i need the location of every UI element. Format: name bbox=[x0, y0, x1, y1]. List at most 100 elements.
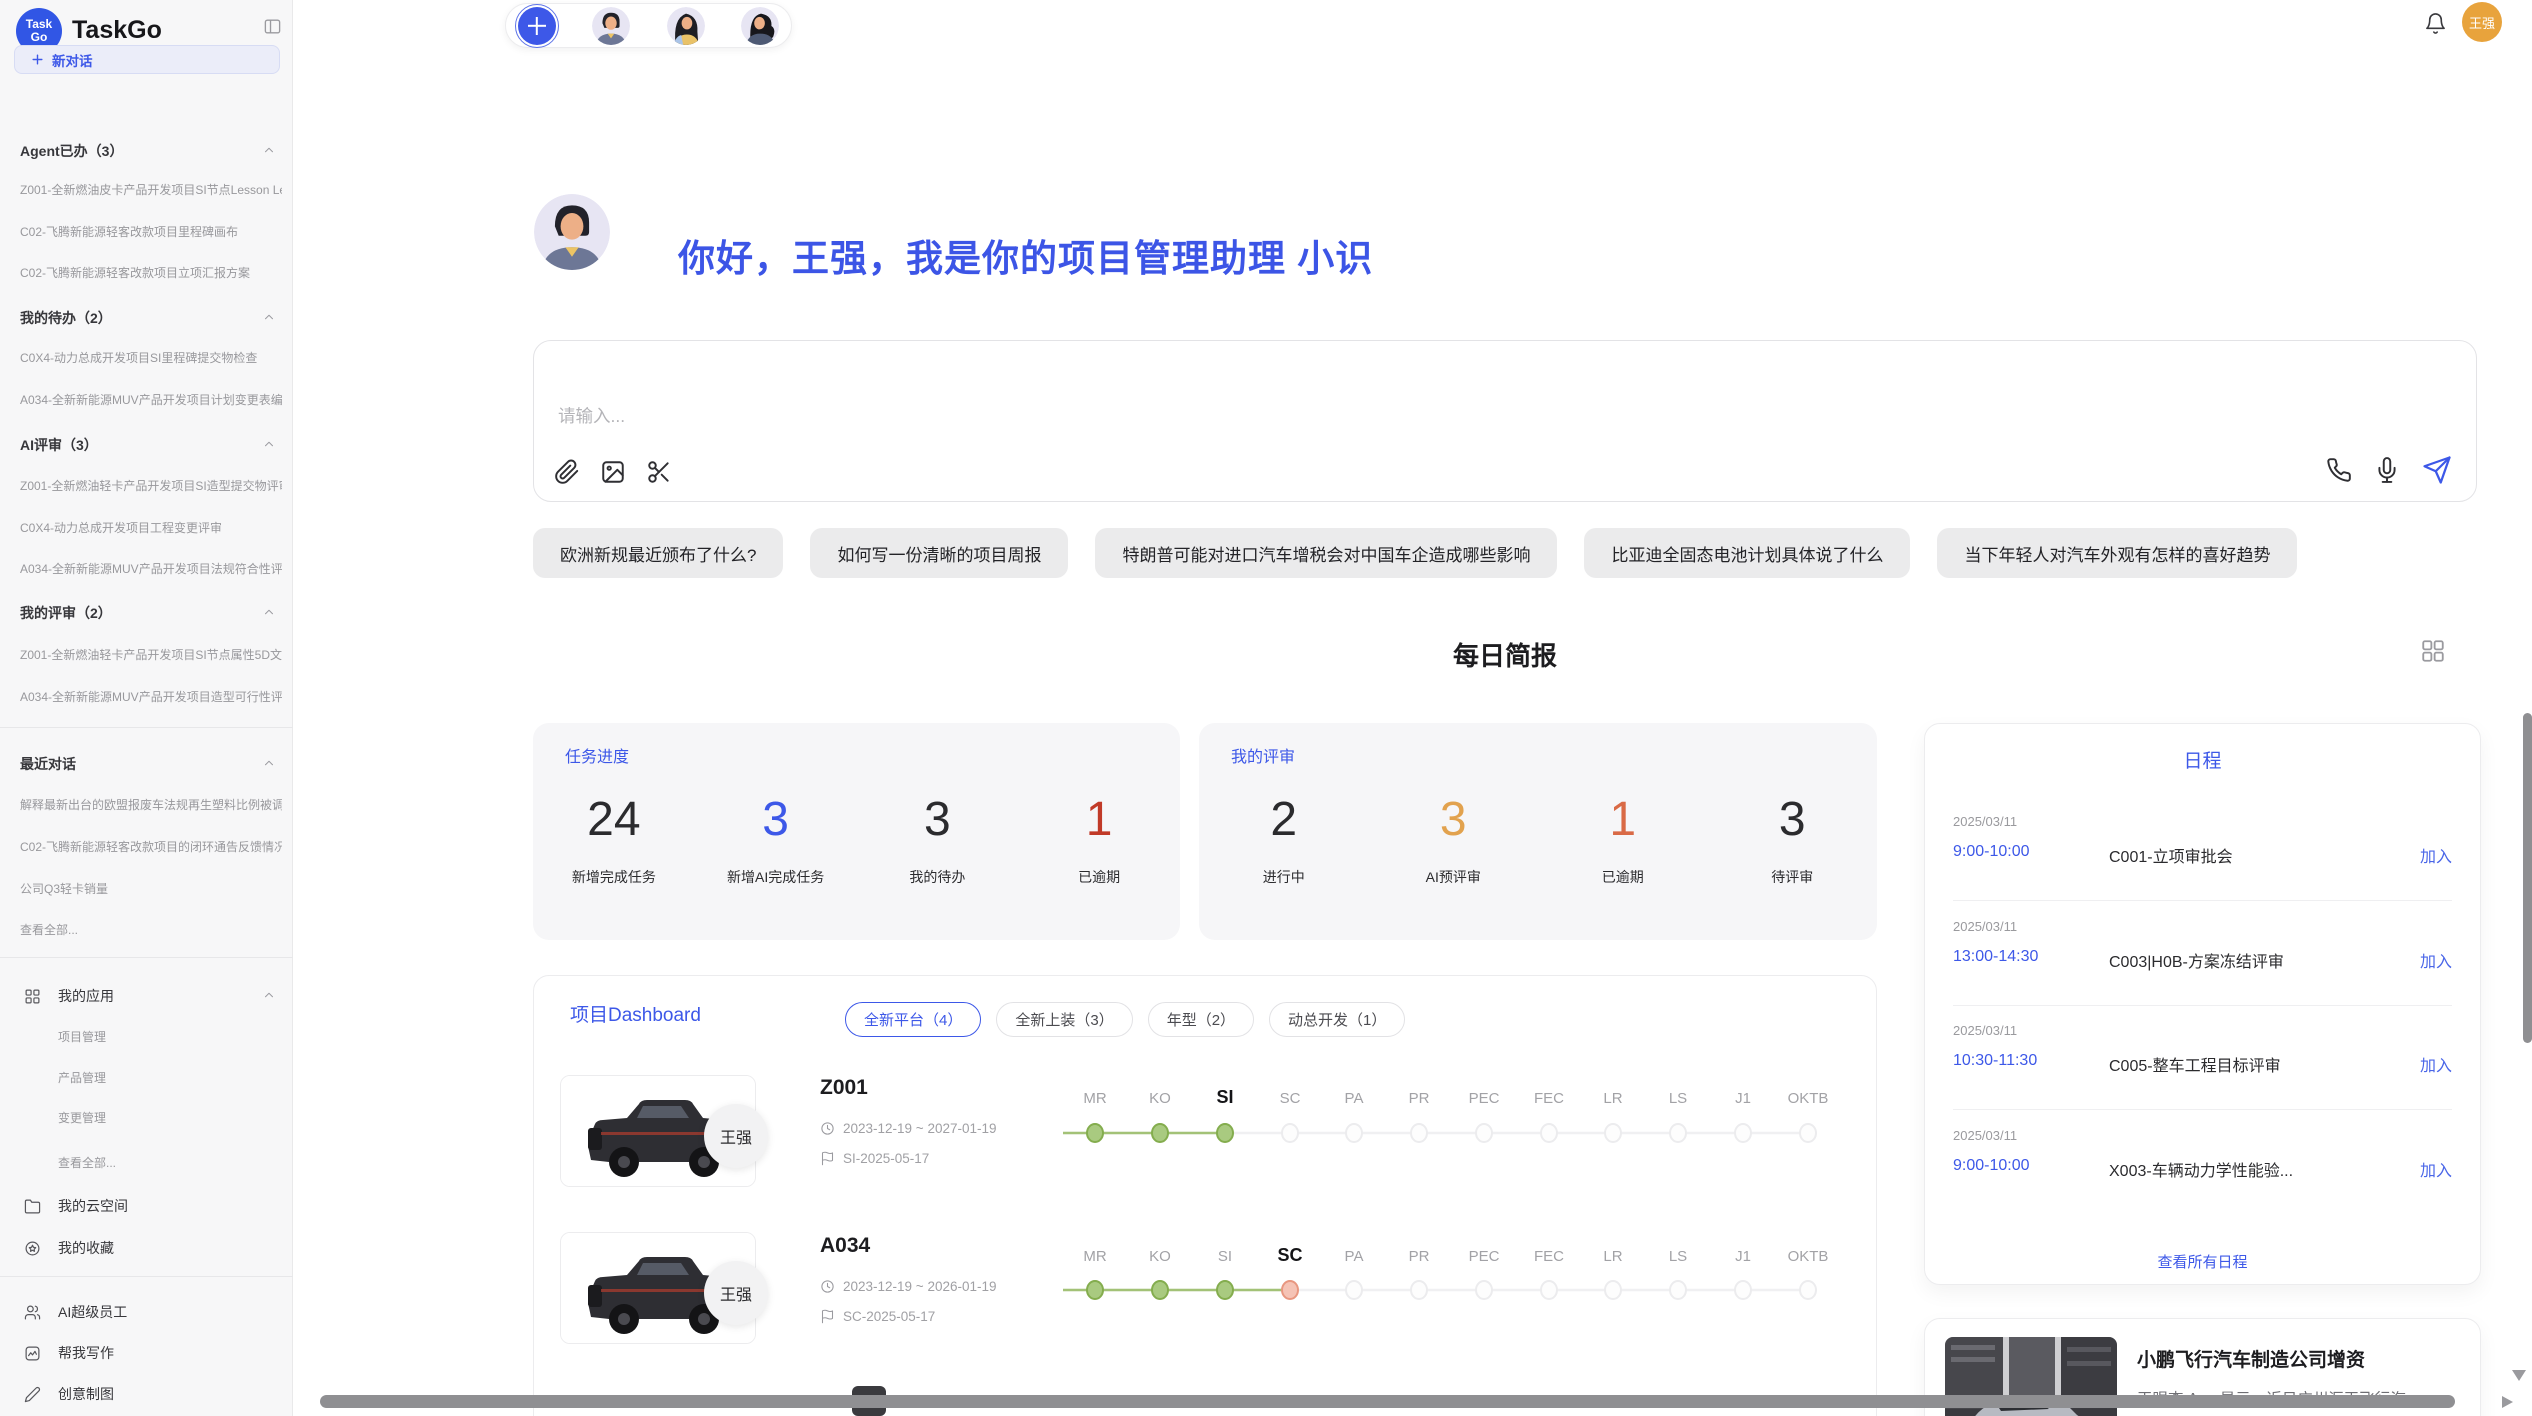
user-name: 王强 bbox=[2469, 13, 2495, 32]
sidebar-item-my-apps[interactable]: 我的应用 bbox=[58, 986, 258, 1006]
horizontal-scrollbar-thumb[interactable] bbox=[320, 1395, 2455, 1408]
microphone-icon[interactable] bbox=[2374, 457, 2400, 483]
screenshot-scissors-icon[interactable] bbox=[646, 459, 672, 485]
news-title[interactable]: 小鹏飞行汽车制造公司增资 bbox=[2137, 1345, 2365, 1372]
list-item[interactable]: C0X4-动力总成开发项目工程变更评审 bbox=[20, 519, 282, 537]
sidebar-item-ai-employee[interactable]: AI超级员工 bbox=[58, 1302, 258, 1322]
project-name[interactable]: A034 bbox=[820, 1234, 870, 1258]
event-time: 10:30-11:30 bbox=[1953, 1052, 2037, 1070]
stat-label: 新增AI完成任务 bbox=[695, 867, 857, 887]
section-recent-chats[interactable]: 最近对话 bbox=[20, 754, 250, 774]
milestone-label: OKTB bbox=[1788, 1248, 1829, 1265]
project-name[interactable]: Z001 bbox=[820, 1076, 868, 1100]
section-my-review[interactable]: 我的评审（2） bbox=[20, 603, 250, 623]
sidebar-item-favorites[interactable]: 我的收藏 bbox=[58, 1238, 258, 1258]
list-item[interactable]: Z001-全新燃油轻卡产品开发项目SI造型提交物评审 bbox=[20, 477, 282, 495]
list-item[interactable]: C0X4-动力总成开发项目SI里程碑提交物检查 bbox=[20, 349, 282, 367]
join-meeting-link[interactable]: 加入 bbox=[2420, 1052, 2452, 1076]
list-item[interactable]: Z001-全新燃油轻卡产品开发项目SI节点属性5D文件评审 bbox=[20, 646, 282, 664]
image-upload-icon[interactable] bbox=[600, 459, 626, 485]
sidebar-item-project-mgmt[interactable]: 项目管理 bbox=[58, 1028, 320, 1046]
list-item[interactable]: 解释最新出台的欧盟报废车法规再生塑料比例被调至15%... bbox=[20, 796, 282, 814]
list-item[interactable]: A034-全新新能源MUV产品开发项目造型可行性评审 bbox=[20, 688, 282, 706]
list-item[interactable]: Z001-全新燃油皮卡产品开发项目SI节点Lesson Learn报告 bbox=[20, 181, 282, 199]
chevron-up-icon[interactable] bbox=[262, 143, 276, 157]
divider bbox=[0, 957, 293, 958]
chat-input-box[interactable]: 请输入... bbox=[533, 340, 2477, 502]
filter-pill[interactable]: 全新上装（3） bbox=[996, 1002, 1132, 1037]
list-item[interactable]: 公司Q3轻卡销量 bbox=[20, 880, 282, 898]
user-avatar[interactable]: 王强 bbox=[2462, 2, 2502, 42]
sidebar-item-change-mgmt[interactable]: 变更管理 bbox=[58, 1109, 320, 1127]
sidebar-item-creative-draw[interactable]: 创意制图 bbox=[58, 1384, 258, 1404]
card-title: 任务进度 bbox=[565, 743, 629, 767]
event-name: C005-整车工程目标评审 bbox=[2109, 1052, 2329, 1076]
owner-name: 王强 bbox=[720, 1124, 752, 1148]
chevron-up-icon[interactable] bbox=[262, 605, 276, 619]
divider bbox=[1953, 1005, 2452, 1006]
milestone-label: PA bbox=[1345, 1090, 1364, 1107]
stat-value: 3 bbox=[857, 781, 1019, 859]
list-item[interactable]: C02-飞腾新能源轻客改款项目的闭环通告反馈情况 bbox=[20, 838, 282, 856]
avatar[interactable] bbox=[667, 7, 705, 45]
vertical-scrollbar-thumb[interactable] bbox=[2523, 713, 2532, 1043]
stat-value: 24 bbox=[533, 781, 695, 859]
chevron-up-icon[interactable] bbox=[262, 756, 276, 770]
logo-line2: Go bbox=[31, 31, 48, 44]
project-owner-badge: 王强 bbox=[704, 1104, 768, 1168]
event-date: 2025/03/11 bbox=[1953, 1023, 2017, 1038]
stat-value: 3 bbox=[695, 781, 857, 859]
voice-call-icon[interactable] bbox=[2326, 457, 2352, 483]
send-icon[interactable] bbox=[2422, 455, 2452, 485]
card-title: 我的评审 bbox=[1231, 743, 1295, 767]
scroll-down-arrow[interactable] bbox=[2512, 1370, 2526, 1381]
greeting-text: 你好，王强，我是你的项目管理助理 小识 bbox=[678, 228, 1373, 282]
sidebar-item-help-write[interactable]: 帮我写作 bbox=[58, 1343, 258, 1363]
list-item[interactable]: A034-全新新能源MUV产品开发项目法规符合性评审 bbox=[20, 560, 282, 578]
folder-icon bbox=[24, 1198, 41, 1215]
join-meeting-link[interactable]: 加入 bbox=[2420, 843, 2452, 867]
section-agent-done[interactable]: Agent已办（3） bbox=[20, 141, 250, 161]
filter-pill[interactable]: 年型（2） bbox=[1148, 1002, 1254, 1037]
section-my-todo[interactable]: 我的待办（2） bbox=[20, 308, 250, 328]
filter-pill[interactable]: 动总开发（1） bbox=[1269, 1002, 1405, 1037]
collapse-sidebar-icon[interactable] bbox=[262, 17, 283, 41]
list-item[interactable]: A034-全新新能源MUV产品开发项目计划变更表编写 bbox=[20, 391, 282, 409]
chevron-up-icon[interactable] bbox=[262, 310, 276, 324]
notifications-bell-icon[interactable] bbox=[2424, 11, 2447, 41]
sidebar-item-cloud-space[interactable]: 我的云空间 bbox=[58, 1196, 258, 1216]
scroll-right-arrow[interactable] bbox=[2502, 1396, 2513, 1408]
section-ai-review[interactable]: AI评审（3） bbox=[20, 435, 250, 455]
avatar[interactable] bbox=[741, 7, 779, 45]
milestone-label: SC bbox=[1280, 1090, 1301, 1107]
filter-pill[interactable]: 全新平台（4） bbox=[845, 1002, 981, 1037]
attach-icon[interactable] bbox=[554, 459, 580, 485]
layout-grid-icon[interactable] bbox=[2420, 638, 2446, 669]
stat-label: 待评审 bbox=[1708, 867, 1878, 887]
avatar[interactable] bbox=[592, 7, 630, 45]
chevron-up-icon[interactable] bbox=[262, 988, 276, 1002]
add-session-button[interactable] bbox=[518, 7, 556, 45]
chevron-up-icon[interactable] bbox=[262, 437, 276, 451]
app-window: Task Go TaskGo 新对话 Agent已办（3） Z001-全新燃油皮… bbox=[0, 0, 2532, 1416]
sidebar-item-product-mgmt[interactable]: 产品管理 bbox=[58, 1069, 320, 1087]
join-meeting-link[interactable]: 加入 bbox=[2420, 1157, 2452, 1181]
list-item[interactable]: C02-飞腾新能源轻客改款项目立项汇报方案 bbox=[20, 264, 282, 282]
milestone-label-active: SC bbox=[1277, 1245, 1302, 1266]
view-all-schedule-link[interactable]: 查看所有日程 bbox=[1925, 1251, 2480, 1272]
list-item[interactable]: C02-飞腾新能源轻客改款项目里程碑画布 bbox=[20, 223, 282, 241]
view-all-chats[interactable]: 查看全部... bbox=[20, 921, 282, 939]
suggestion-chip[interactable]: 特朗普可能对进口汽车增税会对中国车企造成哪些影响 bbox=[1095, 528, 1557, 578]
new-chat-button[interactable]: 新对话 bbox=[14, 45, 280, 74]
suggestion-chip[interactable]: 当下年轻人对汽车外观有怎样的喜好趋势 bbox=[1937, 528, 2297, 578]
suggestion-chip[interactable]: 比亚迪全固态电池计划具体说了什么 bbox=[1584, 528, 1910, 578]
milestone-label: LS bbox=[1669, 1248, 1687, 1265]
project-dates: 2023-12-19 ~ 2026-01-19 bbox=[820, 1279, 997, 1294]
writing-icon bbox=[24, 1345, 41, 1362]
milestone-label: PEC bbox=[1469, 1090, 1500, 1107]
suggestion-chip[interactable]: 欧洲新规最近颁布了什么? bbox=[533, 528, 783, 578]
view-all-apps[interactable]: 查看全部... bbox=[58, 1154, 320, 1172]
suggestion-chip[interactable]: 如何写一份清晰的项目周报 bbox=[810, 528, 1068, 578]
join-meeting-link[interactable]: 加入 bbox=[2420, 948, 2452, 972]
schedule-card: 日程 2025/03/11 9:00-10:00 C001-立项审批会 加入 2… bbox=[1924, 723, 2481, 1285]
